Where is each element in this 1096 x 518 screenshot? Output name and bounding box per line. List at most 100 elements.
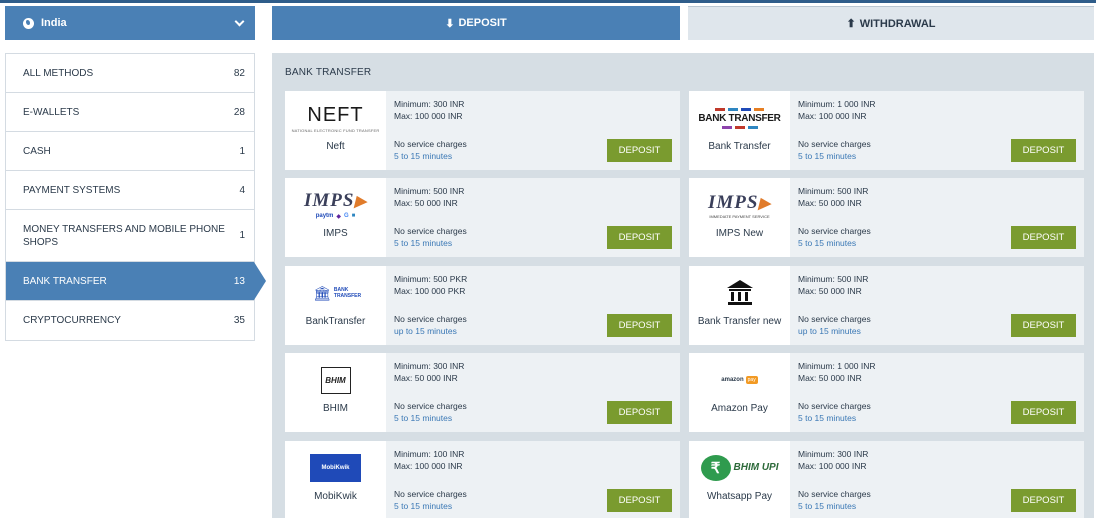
card-min: Minimum: 300 INR [798, 449, 869, 459]
method-item-money-transfers[interactable]: MONEY TRANSFERS AND MOBILE PHONE SHOPS 1 [6, 210, 254, 262]
globe-icon [23, 17, 34, 29]
card-time: 5 to 15 minutes [394, 237, 453, 248]
upload-icon: ⬆ [846, 18, 856, 30]
card-charges: No service charges [394, 489, 467, 499]
card-time: up to 15 minutes [394, 325, 457, 336]
method-item-label: CASH [23, 145, 51, 157]
card-min: Minimum: 1 000 INR [798, 361, 876, 371]
card-limits: Minimum: 500 INR Max: 50 000 INR [394, 186, 464, 209]
download-icon: ⬇ [445, 17, 455, 30]
card-charges: No service charges [798, 401, 871, 411]
method-item-all[interactable]: ALL METHODS 82 [6, 54, 254, 93]
tab-withdrawal-label: WITHDRAWAL [859, 17, 936, 30]
payment-card-bhim[interactable]: BHIM BHIM Minimum: 300 INR Max: 50 000 I… [285, 353, 680, 432]
card-name: Neft [326, 141, 345, 152]
payment-card-banktransfer-pkr[interactable]: 🏛 BANK TRANSFER BankTransfer Minimum: 50… [285, 266, 680, 345]
card-logo-area: Bank Transfer new [689, 266, 790, 345]
payment-card-mobikwik[interactable]: MobiKwik MobiKwik Minimum: 100 INR Max: … [285, 441, 680, 518]
card-name: BHIM [323, 403, 348, 414]
deposit-button[interactable]: DEPOSIT [1011, 401, 1076, 424]
card-charges: No service charges [394, 139, 467, 149]
card-charges: No service charges [394, 401, 467, 411]
bank-icon: 🏛 [313, 284, 331, 301]
card-name: Amazon Pay [711, 403, 768, 414]
logo-text: BHIM [320, 366, 351, 394]
card-charges-info: No service charges 5 to 15 minutes [394, 489, 467, 512]
card-max: Max: 50 000 INR [798, 197, 862, 208]
card-logo-area: IMPS▶ paytm ◆ G ■ IMPS [285, 178, 386, 257]
method-item-bank-transfer[interactable]: BANK TRANSFER 13 [6, 262, 266, 301]
card-charges-info: No service charges 5 to 15 minutes [394, 139, 467, 162]
card-name: Whatsapp Pay [706, 491, 773, 502]
card-logo-area: amazon pay Amazon Pay [689, 353, 790, 432]
logo-text: amazon [721, 377, 744, 383]
deposit-button[interactable]: DEPOSIT [1011, 314, 1076, 337]
section-title: BANK TRANSFER [285, 67, 372, 78]
card-name: BankTransfer [305, 316, 366, 327]
payment-card-amazon-pay[interactable]: amazon pay Amazon Pay Minimum: 1 000 INR… [689, 353, 1084, 432]
card-logo-area: MobiKwik MobiKwik [285, 441, 386, 518]
card-max: Max: 100 000 INR [798, 460, 867, 471]
deposit-button[interactable]: DEPOSIT [1011, 139, 1076, 162]
payment-card-whatsapp-pay[interactable]: ₹ BHIM UPI Whatsapp Pay Minimum: 300 INR… [689, 441, 1084, 518]
method-item-count: 13 [233, 275, 245, 287]
payment-card-imps[interactable]: IMPS▶ paytm ◆ G ■ IMPS Minimum: 500 INR … [285, 178, 680, 257]
logo-text: MobiKwik [310, 454, 361, 482]
card-max: Max: 100 000 INR [394, 110, 463, 121]
method-item-label: BANK TRANSFER [23, 275, 107, 287]
card-charges-info: No service charges up to 15 minutes [394, 314, 467, 337]
deposit-button[interactable]: DEPOSIT [607, 226, 672, 249]
card-name: IMPS New [715, 228, 764, 239]
payment-card-bank-transfer-new[interactable]: Bank Transfer new Minimum: 500 INR Max: … [689, 266, 1084, 345]
card-time: 5 to 15 minutes [394, 500, 453, 511]
card-max: Max: 100 000 PKR [394, 285, 466, 296]
card-logo-area: 🏛 BANK TRANSFER BankTransfer [285, 266, 386, 345]
deposit-button[interactable]: DEPOSIT [607, 139, 672, 162]
payment-card-neft[interactable]: NEFT NATIONAL ELECTRONIC FUND TRANSFER N… [285, 91, 680, 170]
payment-card-bank-transfer[interactable]: BANK TRANSFER Bank Transfer Minimum: 1 0… [689, 91, 1084, 170]
logo-text: BANK TRANSFER [333, 287, 362, 299]
card-name: MobiKwik [314, 491, 357, 502]
logo-text: NEFT [307, 103, 364, 126]
card-min: Minimum: 100 INR [394, 449, 465, 459]
method-item-label: MONEY TRANSFERS AND MOBILE PHONE SHOPS [23, 223, 225, 248]
mobikwik-logo: MobiKwik [285, 451, 386, 485]
logo-pay-badge: pay [745, 376, 758, 384]
card-charges: No service charges [394, 226, 467, 236]
payment-methods-panel: BANK TRANSFER NEFT NATIONAL ELECTRONIC F… [272, 53, 1094, 518]
method-item-count: 82 [233, 67, 245, 79]
card-limits: Minimum: 500 PKR Max: 100 000 PKR [394, 274, 467, 297]
tab-deposit[interactable]: ⬇ DEPOSIT [272, 6, 680, 40]
country-selector[interactable]: India [5, 6, 255, 40]
card-min: Minimum: 500 INR [798, 186, 869, 196]
method-item-count: 1 [239, 145, 245, 157]
payment-card-imps-new[interactable]: IMPS▶ IMMEDIATE PAYMENT SERVICE IMPS New… [689, 178, 1084, 257]
method-item-cryptocurrency[interactable]: CRYPTOCURRENCY 35 [6, 301, 254, 340]
logo-text: IMPS [303, 190, 355, 211]
top-border [0, 0, 1096, 3]
method-item-label: ALL METHODS [23, 67, 94, 79]
card-limits: Minimum: 1 000 INR Max: 50 000 INR [798, 361, 875, 384]
method-item-count: 35 [233, 315, 245, 326]
method-item-cash[interactable]: CASH 1 [6, 132, 254, 171]
card-min: Minimum: 500 PKR [394, 274, 468, 284]
bhim-logo: BHIM [285, 363, 386, 397]
deposit-button[interactable]: DEPOSIT [607, 489, 672, 512]
tab-withdrawal[interactable]: ⬆ WITHDRAWAL [688, 6, 1094, 40]
method-item-label: E-WALLETS [23, 106, 80, 118]
card-max: Max: 50 000 INR [798, 285, 862, 296]
deposit-button[interactable]: DEPOSIT [1011, 226, 1076, 249]
deposit-button[interactable]: DEPOSIT [607, 314, 672, 337]
method-category-list: ALL METHODS 82 E-WALLETS 28 CASH 1 PAYME… [5, 53, 266, 341]
card-limits: Minimum: 500 INR Max: 50 000 INR [798, 186, 868, 209]
card-min: Minimum: 1 000 INR [798, 99, 876, 109]
card-max: Max: 100 000 INR [798, 110, 867, 121]
card-logo-area: NEFT NATIONAL ELECTRONIC FUND TRANSFER N… [285, 91, 386, 170]
method-item-payment-systems[interactable]: PAYMENT SYSTEMS 4 [6, 171, 254, 210]
deposit-button[interactable]: DEPOSIT [607, 401, 672, 424]
method-item-e-wallets[interactable]: E-WALLETS 28 [6, 93, 254, 132]
rupee-icon: ₹ [700, 455, 731, 481]
method-item-count: 4 [239, 184, 245, 196]
deposit-button[interactable]: DEPOSIT [1011, 489, 1076, 512]
logo-text: BHIM UPI [733, 462, 779, 473]
